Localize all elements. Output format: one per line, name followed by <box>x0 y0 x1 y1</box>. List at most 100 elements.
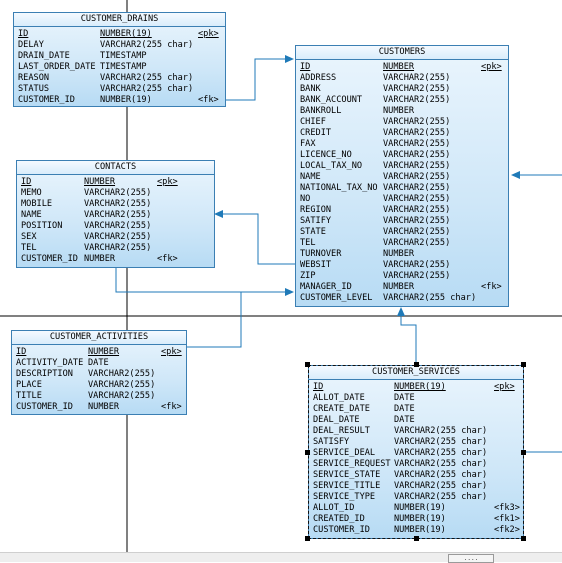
column-row[interactable]: CREATE_DATE DATE <box>309 404 523 415</box>
column-type: DATE <box>88 358 109 368</box>
column-row[interactable]: NATIONAL_TAX_NO VARCHAR2(255) <box>296 183 508 194</box>
column-name: SEX <box>21 232 37 242</box>
resize-handle-mid-right[interactable] <box>521 450 526 455</box>
column-row[interactable]: LAST_ORDER_DATE TIMESTAMP <box>14 62 225 73</box>
column-row[interactable]: DRAIN_DATE TIMESTAMP <box>14 51 225 62</box>
column-name: LOCAL_TAX_NO <box>300 161 363 171</box>
column-type: VARCHAR2(255) <box>88 369 156 379</box>
column-row[interactable]: SERVICE_TITLE VARCHAR2(255 char) <box>309 481 523 492</box>
column-row[interactable]: ACTIVITY_DATE DATE <box>12 358 186 369</box>
column-row[interactable]: SEX VARCHAR2(255) <box>17 232 214 243</box>
relation-drains-customers[interactable] <box>226 58 286 101</box>
column-row[interactable]: REGION VARCHAR2(255) <box>296 205 508 216</box>
column-row[interactable]: NAME VARCHAR2(255) <box>296 172 508 183</box>
relation-contacts-fk-customers[interactable] <box>115 268 286 293</box>
column-row[interactable]: SATIFY VARCHAR2(255) <box>296 216 508 227</box>
column-row[interactable]: BANKROLL NUMBER <box>296 106 508 117</box>
column-row[interactable]: ALLOT_ID NUMBER(19) <fk3> <box>309 503 523 514</box>
column-row[interactable]: ID NUMBER(19) <pk> <box>14 29 225 40</box>
column-row[interactable]: DEAL_RESULT VARCHAR2(255 char) <box>309 426 523 437</box>
column-row[interactable]: STATE VARCHAR2(255) <box>296 227 508 238</box>
column-name: TURNOVER <box>300 249 342 259</box>
resize-handle-bottom-right[interactable] <box>521 536 526 541</box>
column-row[interactable]: ID NUMBER(19) <pk> <box>309 382 523 393</box>
column-row[interactable]: TURNOVER NUMBER <box>296 249 508 260</box>
entity-customer-services[interactable]: CUSTOMER_SERVICES ID NUMBER(19) <pk> ALLOT_… <box>308 365 524 539</box>
column-name: CREATE_DATE <box>313 404 370 414</box>
column-row[interactable]: SERVICE_STATE VARCHAR2(255 char) <box>309 470 523 481</box>
column-name: ALLOT_DATE <box>313 393 365 403</box>
column-row[interactable]: REASON VARCHAR2(255 char) <box>14 73 225 84</box>
entity-customer-drains[interactable]: CUSTOMER_DRAINS ID NUMBER(19) <pk> DELAY VAR… <box>13 12 226 107</box>
column-row[interactable]: CUSTOMER_ID NUMBER <fk> <box>17 254 214 265</box>
column-row[interactable]: BANK_ACCOUNT VARCHAR2(255) <box>296 95 508 106</box>
column-row[interactable]: CUSTOMER_LEVEL VARCHAR2(255 char) <box>296 293 508 304</box>
column-row[interactable]: ZIP VARCHAR2(255) <box>296 271 508 282</box>
resize-handle-top-mid[interactable] <box>414 362 419 367</box>
column-name: SERVICE_REQUEST <box>313 459 391 469</box>
column-row[interactable]: CUSTOMER_ID NUMBER <fk> <box>12 402 186 413</box>
column-row[interactable]: DELAY VARCHAR2(255 char) <box>14 40 225 51</box>
column-name: ID <box>18 29 29 39</box>
column-row[interactable]: STATUS VARCHAR2(255 char) <box>14 84 225 95</box>
resize-handle-bottom-mid[interactable] <box>414 536 419 541</box>
entity-contacts[interactable]: CONTACTS ID NUMBER <pk> MEMO VARCHAR2(255) MO… <box>16 160 215 268</box>
column-row[interactable]: CUSTOMER_ID NUMBER(19) <fk2> <box>309 525 523 536</box>
column-name: DELAY <box>18 40 44 50</box>
resize-handle-mid-left[interactable] <box>305 450 310 455</box>
relation-contacts-customers[interactable] <box>222 213 295 265</box>
column-name: TITLE <box>16 391 42 401</box>
column-row[interactable]: LOCAL_TAX_NO VARCHAR2(255) <box>296 161 508 172</box>
resize-handle-top-right[interactable] <box>521 362 526 367</box>
column-row[interactable]: SERVICE_DEAL VARCHAR2(255 char) <box>309 448 523 459</box>
column-row[interactable]: FAX VARCHAR2(255) <box>296 139 508 150</box>
column-row[interactable]: CREDIT VARCHAR2(255) <box>296 128 508 139</box>
column-key: <pk> <box>198 29 219 39</box>
entity-customers[interactable]: CUSTOMERS ID NUMBER <pk> ADDRESS VARCHAR2(25… <box>295 45 509 307</box>
column-type: VARCHAR2(255) <box>383 183 451 193</box>
relation-services-customers[interactable] <box>400 315 417 365</box>
column-row[interactable]: ID NUMBER <pk> <box>12 347 186 358</box>
column-row[interactable]: TITLE VARCHAR2(255) <box>12 391 186 402</box>
column-row[interactable]: WEBSIT VARCHAR2(255) <box>296 260 508 271</box>
column-row[interactable]: TEL VARCHAR2(255) <box>17 243 214 254</box>
column-row[interactable]: ADDRESS VARCHAR2(255) <box>296 73 508 84</box>
column-row[interactable]: CHIEF VARCHAR2(255) <box>296 117 508 128</box>
column-row[interactable]: MANAGER_ID NUMBER <fk> <box>296 282 508 293</box>
column-row[interactable]: MOBILE VARCHAR2(255) <box>17 199 214 210</box>
relation-activities-customers[interactable] <box>187 292 242 348</box>
arrowhead-customers-offscreen <box>511 171 520 179</box>
arrowhead-services-customers <box>397 307 405 316</box>
column-name: CHIEF <box>300 117 326 127</box>
column-row[interactable]: ID NUMBER <pk> <box>17 177 214 188</box>
column-type: NUMBER(19) <box>394 503 446 513</box>
column-row[interactable]: MEMO VARCHAR2(255) <box>17 188 214 199</box>
column-row[interactable]: PLACE VARCHAR2(255) <box>12 380 186 391</box>
column-row[interactable]: BANK VARCHAR2(255) <box>296 84 508 95</box>
column-row[interactable]: SERVICE_TYPE VARCHAR2(255 char) <box>309 492 523 503</box>
column-row[interactable]: DEAL_DATE DATE <box>309 415 523 426</box>
column-key: <pk> <box>494 382 515 392</box>
column-row[interactable]: DESCRIPTION VARCHAR2(255) <box>12 369 186 380</box>
column-name: CUSTOMER_ID <box>16 402 73 412</box>
entity-customer-activities[interactable]: CUSTOMER_ACTIVITIES ID NUMBER <pk> ACTIVITY… <box>11 330 187 415</box>
resize-handle-top-left[interactable] <box>305 362 310 367</box>
column-row[interactable]: CREATED_ID NUMBER(19) <fk1> <box>309 514 523 525</box>
column-row[interactable]: NAME VARCHAR2(255) <box>17 210 214 221</box>
resize-handle-bottom-left[interactable] <box>305 536 310 541</box>
column-row[interactable]: POSITION VARCHAR2(255) <box>17 221 214 232</box>
column-name: CUSTOMER_ID <box>18 95 75 105</box>
column-name: SERVICE_TITLE <box>313 481 381 491</box>
column-row[interactable]: ID NUMBER <pk> <box>296 62 508 73</box>
column-row[interactable]: TEL VARCHAR2(255) <box>296 238 508 249</box>
column-name: NO <box>300 194 311 204</box>
column-row[interactable]: LICENCE_NO VARCHAR2(255) <box>296 150 508 161</box>
column-row[interactable]: ALLOT_DATE DATE <box>309 393 523 404</box>
column-type: VARCHAR2(255) <box>383 117 451 127</box>
arrowhead-drains-customers <box>285 55 294 63</box>
column-row[interactable]: NO VARCHAR2(255) <box>296 194 508 205</box>
status-button[interactable]: .... <box>448 554 494 563</box>
column-row[interactable]: CUSTOMER_ID NUMBER(19) <fk> <box>14 95 225 106</box>
column-row[interactable]: SERVICE_REQUEST VARCHAR2(255 char) <box>309 459 523 470</box>
column-row[interactable]: SATISFY VARCHAR2(255 char) <box>309 437 523 448</box>
